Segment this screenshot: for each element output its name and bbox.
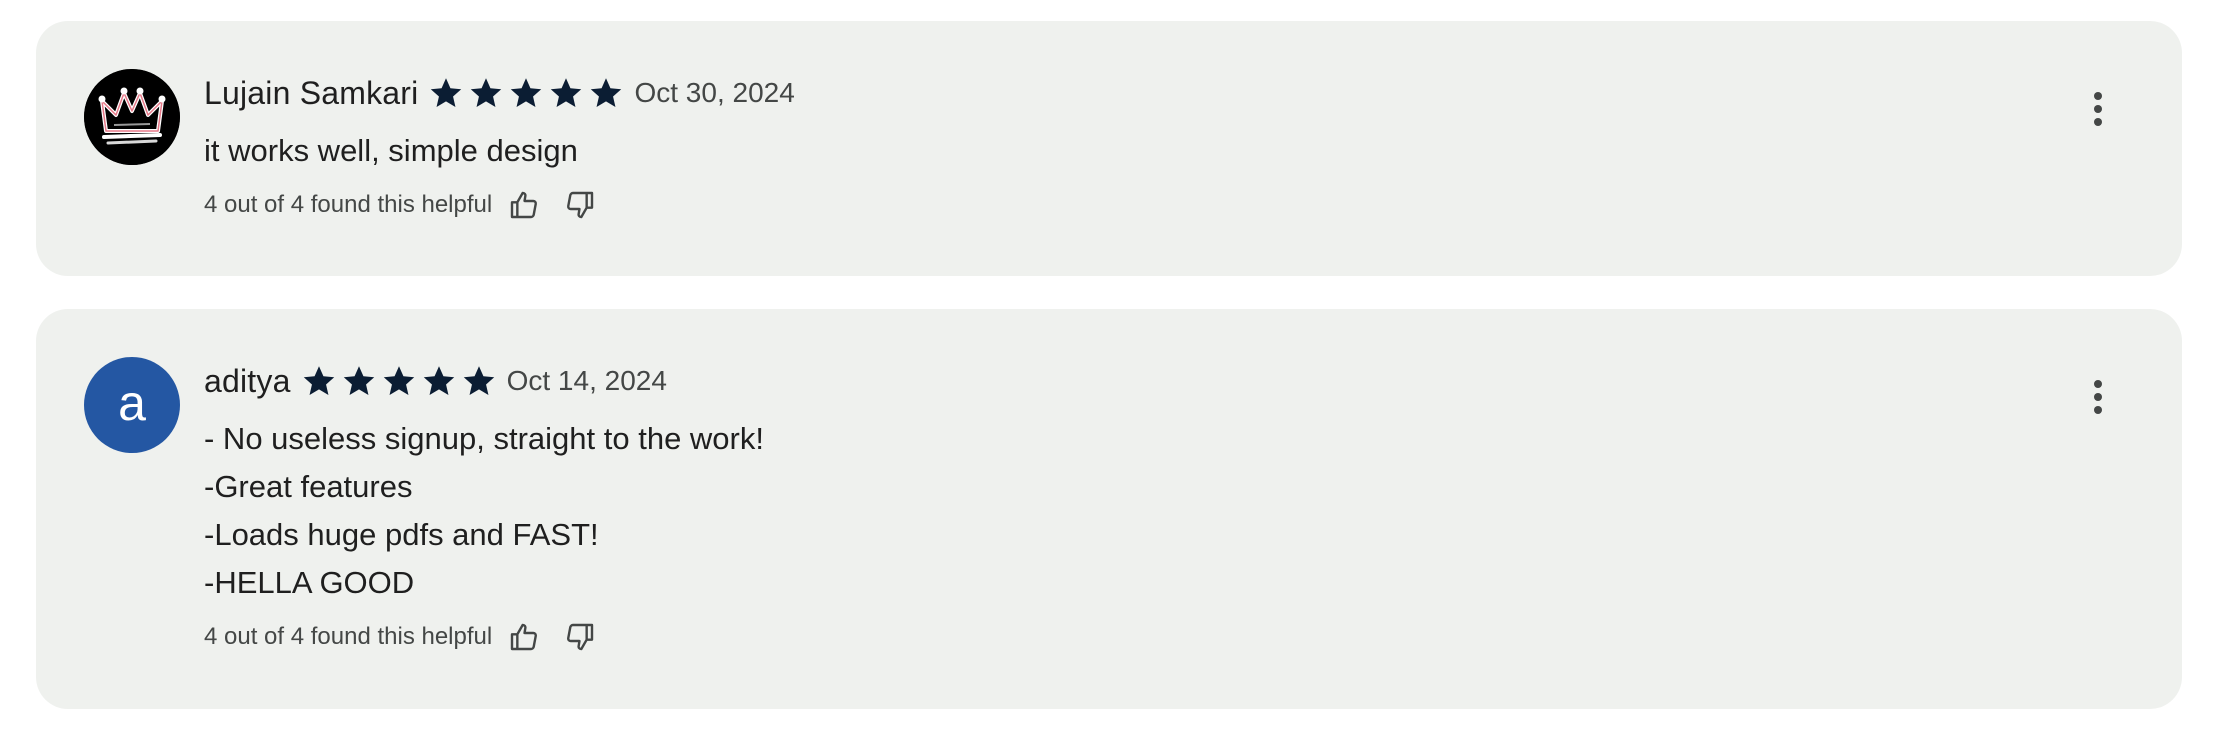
review-date: Oct 14, 2024: [506, 365, 667, 396]
star-rating: [428, 75, 624, 111]
review-content: Lujain Samkari Oct 30, 2024 it works wel…: [204, 71, 2062, 225]
helpful-count: 4 out of 4 found this helpful: [204, 191, 493, 218]
review-date: Oct 30, 2024: [634, 77, 795, 108]
more-vert-icon: [2094, 380, 2102, 414]
thumbs-up-button[interactable]: [504, 185, 544, 225]
thumbs-up-icon: [511, 623, 538, 651]
star-icon: [428, 75, 464, 111]
review-header: Lujain Samkari Oct 30, 2024: [204, 71, 2062, 115]
review-text-line: -Great features: [204, 469, 413, 504]
star-icon: [461, 363, 497, 399]
thumbs-up-icon: [511, 191, 538, 219]
more-options-button[interactable]: [2078, 85, 2118, 133]
review-text-line: it works well, simple design: [204, 133, 578, 168]
star-icon: [508, 75, 544, 111]
helpful-row: 4 out of 4 found this helpful: [204, 185, 2062, 225]
review-text: it works well, simple design: [204, 127, 2062, 175]
star-icon: [468, 75, 504, 111]
star-rating: [301, 363, 497, 399]
more-options-button[interactable]: [2078, 373, 2118, 421]
avatar: a: [84, 357, 180, 453]
review-content: aditya Oct 14, 2024 - No useless signup,…: [204, 359, 2062, 657]
review-card: Lujain Samkari Oct 30, 2024 it works wel…: [36, 21, 2182, 276]
thumbs-down-icon: [567, 191, 594, 219]
thumbs-up-button[interactable]: [504, 617, 544, 657]
star-icon: [341, 363, 377, 399]
thumbs-down-button[interactable]: [560, 185, 600, 225]
helpful-row: 4 out of 4 found this helpful: [204, 617, 2062, 657]
review-text: - No useless signup, straight to the wor…: [204, 415, 2062, 607]
star-icon: [588, 75, 624, 111]
thumbs-down-icon: [567, 623, 594, 651]
reviewer-name: aditya: [204, 362, 291, 399]
star-icon: [381, 363, 417, 399]
review-text-line: -Loads huge pdfs and FAST!: [204, 517, 599, 552]
crown-icon: [84, 69, 180, 165]
more-vert-icon: [2094, 92, 2102, 126]
helpful-count: 4 out of 4 found this helpful: [204, 623, 493, 650]
star-icon: [421, 363, 457, 399]
avatar: [84, 69, 180, 165]
thumbs-down-button[interactable]: [560, 617, 600, 657]
review-text-line: -HELLA GOOD: [204, 565, 415, 600]
review-header: aditya Oct 14, 2024: [204, 359, 2062, 403]
review-card: a aditya Oct 14, 2024 - No useless signu…: [36, 309, 2182, 709]
star-icon: [548, 75, 584, 111]
reviews-list: Lujain Samkari Oct 30, 2024 it works wel…: [0, 0, 2214, 730]
review-text-line: - No useless signup, straight to the wor…: [204, 421, 764, 456]
star-icon: [301, 363, 337, 399]
reviewer-name: Lujain Samkari: [204, 74, 419, 111]
